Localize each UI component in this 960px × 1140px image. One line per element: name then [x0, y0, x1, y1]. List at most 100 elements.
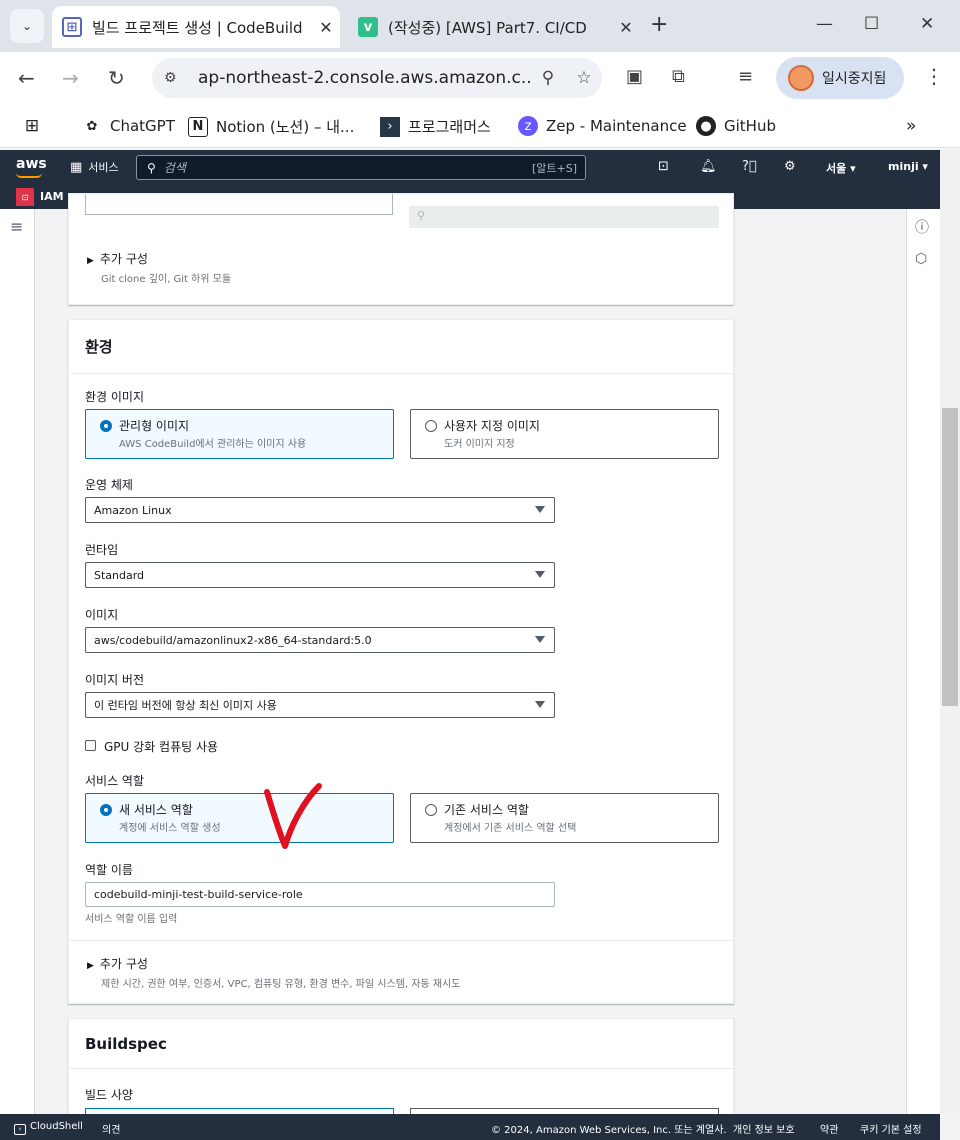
bookmark-label: GitHub — [724, 117, 776, 135]
left-nav-rail: ≡ — [0, 209, 35, 1114]
close-tab-icon[interactable]: ✕ — [312, 18, 340, 37]
bookmark-programmers[interactable]: › 프로그래머스 — [380, 116, 491, 137]
region-selector[interactable]: 서울 ▾ — [826, 160, 856, 176]
info-icon[interactable]: ⓘ — [915, 217, 929, 237]
option-title: 기존 서비스 역할 — [444, 803, 529, 817]
github-icon: ● — [696, 116, 716, 136]
more-menu-icon[interactable]: ⋮ — [924, 64, 944, 88]
zoom-icon[interactable]: ⚲ — [530, 68, 566, 88]
new-service-role-option[interactable]: 새 서비스 역할 계정에 서비스 역할 생성 — [85, 793, 394, 843]
browser-tab-active[interactable]: ⊞ 빌드 프로젝트 생성 | CodeBuild ✕ — [52, 6, 340, 48]
settings-gear-icon[interactable]: ⚙ — [784, 159, 796, 174]
caret-down-icon — [535, 571, 545, 578]
address-bar[interactable]: ⚙ ap-northeast-2.console.aws.amazon.c...… — [152, 58, 602, 98]
runtime-label: 런타임 — [85, 543, 119, 557]
radio-selected[interactable] — [100, 420, 112, 432]
account-menu[interactable]: minji ▾ — [888, 160, 928, 173]
search-shortcut: [알트+S] — [531, 161, 577, 175]
minimize-icon[interactable]: — — [816, 14, 833, 34]
source-input-field[interactable] — [85, 194, 393, 215]
gpu-label: GPU 강화 컴퓨팅 사용 — [104, 740, 219, 754]
bookmark-github[interactable]: ● GitHub — [696, 116, 776, 136]
feedback-hexagon-icon[interactable]: ⬡ — [915, 251, 927, 267]
services-label: 서비스 — [88, 161, 119, 174]
forward-arrow-icon[interactable]: → — [62, 66, 79, 90]
privacy-link[interactable]: 개인 정보 보호 — [733, 1121, 795, 1136]
reading-list-icon[interactable]: ▣ — [626, 66, 643, 87]
os-select[interactable]: Amazon Linux — [85, 497, 555, 523]
option-desc: AWS CodeBuild에서 관리하는 이미지 사용 — [119, 439, 307, 450]
role-name-value: codebuild-minji-test-build-service-role — [94, 888, 303, 901]
custom-image-option[interactable]: 사용자 지정 이미지 도커 이미지 지정 — [410, 409, 719, 459]
avatar — [788, 65, 814, 91]
maximize-icon[interactable]: ☐ — [864, 14, 879, 34]
image-select[interactable]: aws/codebuild/amazonlinux2-x86_64-standa… — [85, 627, 555, 653]
extensions-icon[interactable]: ⧉ — [672, 66, 685, 87]
favorite-iam[interactable]: IAM — [40, 190, 64, 203]
environment-panel: 환경 환경 이미지 관리형 이미지 AWS CodeBuild에서 관리하는 이… — [68, 319, 735, 1004]
role-name-label: 역할 이름 — [85, 863, 133, 877]
aws-logo[interactable]: aws — [16, 156, 47, 178]
notifications-bell-icon[interactable]: 🔔︎ — [700, 159, 717, 174]
option-desc: 계정에 서비스 역할 생성 — [119, 823, 221, 834]
image-version-select[interactable]: 이 런타임 버전에 항상 최신 이미지 사용 — [85, 692, 555, 718]
bookmark-label: ChatGPT — [110, 117, 175, 135]
browser-tab-inactive[interactable]: v (작성중) [AWS] Part7. CI/CD ✕ — [348, 6, 640, 48]
browser-toolbar: ← → ↻ ⚙ ap-northeast-2.console.aws.amazo… — [0, 52, 960, 104]
site-info-icon[interactable]: ⚙ — [164, 70, 186, 86]
search-input[interactable]: ⚲ 검색 [알트+S] — [136, 155, 586, 180]
source-panel: ⚲ ▶ 추가 구성 Git clone 깊이, Git 하위 모듈 — [68, 193, 734, 305]
bookmarks-bar: ⊞ ✿ ChatGPT N Notion (노션) – 내... › 프로그래머스 z… — [0, 104, 960, 148]
tab-search-button[interactable]: ⌄ — [10, 9, 44, 43]
cookie-settings-link[interactable]: 쿠키 기본 설정 — [860, 1121, 922, 1136]
bookmark-star-icon[interactable]: ☆ — [566, 68, 602, 88]
feedback-link[interactable]: 의견 — [102, 1121, 120, 1136]
expander-title: 추가 구성 — [99, 957, 148, 971]
option-desc: 도커 이미지 지정 — [444, 439, 515, 450]
env-additional-config-expander[interactable]: ▶ 추가 구성 제한 시간, 권한 여부, 인증서, VPC, 컴퓨팅 유형, 환… — [87, 955, 460, 990]
page-scrollbar[interactable] — [940, 150, 960, 1114]
media-control-icon[interactable]: ≡ — [738, 66, 753, 87]
aws-footer: › CloudShell 의견 © 2024, Amazon Web Servic… — [0, 1114, 940, 1140]
runtime-select[interactable]: Standard — [85, 562, 555, 588]
radio-selected[interactable] — [100, 804, 112, 816]
expander-desc: 제한 시간, 권한 여부, 인증서, VPC, 컴퓨팅 유형, 환경 변수, 파… — [101, 979, 461, 990]
bookmark-zep[interactable]: z Zep - Maintenance — [518, 116, 687, 136]
service-role-label: 서비스 역할 — [85, 774, 145, 788]
image-version-label: 이미지 버전 — [85, 673, 145, 687]
bookmark-chatgpt[interactable]: ✿ ChatGPT — [82, 116, 175, 136]
new-tab-icon[interactable]: + — [650, 12, 668, 37]
help-icon[interactable]: ?⃝ — [742, 159, 757, 174]
close-tab-icon[interactable]: ✕ — [612, 18, 640, 37]
cloudshell-icon[interactable]: ⊡ — [658, 159, 669, 174]
cloudshell-link[interactable]: › CloudShell — [14, 1121, 83, 1135]
option-title: 관리형 이미지 — [119, 419, 190, 433]
radio-unselected[interactable] — [425, 804, 437, 816]
bookmark-notion[interactable]: N Notion (노션) – 내... — [188, 116, 354, 137]
search-icon: ⚲ — [147, 160, 156, 175]
role-name-input[interactable]: codebuild-minji-test-build-service-role — [85, 882, 555, 907]
expander-title: 추가 구성 — [99, 252, 148, 266]
managed-image-option[interactable]: 관리형 이미지 AWS CodeBuild에서 관리하는 이미지 사용 — [85, 409, 394, 459]
more-bookmarks-icon[interactable]: » — [906, 116, 916, 136]
close-window-icon[interactable]: ✕ — [920, 14, 934, 34]
bookmark-label: 프로그래머스 — [408, 118, 491, 136]
profile-button[interactable]: 일시중지됨 — [776, 57, 904, 99]
hamburger-menu-icon[interactable]: ≡ — [10, 217, 23, 236]
source-additional-config-expander[interactable]: ▶ 추가 구성 Git clone 깊이, Git 하위 모듈 — [87, 250, 231, 285]
apps-grid-icon[interactable]: ⊞ — [22, 116, 50, 136]
gpu-checkbox[interactable] — [85, 740, 96, 751]
aws-top-nav: aws ▦ 서비스 ⚲ 검색 [알트+S] ⊡ 🔔︎ ?⃝ ⚙ 서울 ▾ minj… — [0, 150, 940, 186]
caret-right-icon: ▶ — [87, 961, 94, 971]
terms-link[interactable]: 약관 — [820, 1121, 838, 1136]
source-search-field[interactable]: ⚲ — [409, 206, 719, 228]
scrollbar-thumb[interactable] — [942, 408, 958, 706]
runtime-value: Standard — [94, 568, 145, 582]
back-arrow-icon[interactable]: ← — [18, 66, 35, 90]
reload-icon[interactable]: ↻ — [108, 66, 125, 90]
services-menu[interactable]: ▦ 서비스 — [70, 159, 119, 175]
image-label: 이미지 — [85, 608, 119, 622]
browser-tab-strip: ⌄ ⊞ 빌드 프로젝트 생성 | CodeBuild ✕ v (작성중) [AW… — [0, 0, 960, 52]
radio-unselected[interactable] — [425, 420, 437, 432]
existing-service-role-option[interactable]: 기존 서비스 역할 계정에서 기존 서비스 역할 선택 — [410, 793, 719, 843]
